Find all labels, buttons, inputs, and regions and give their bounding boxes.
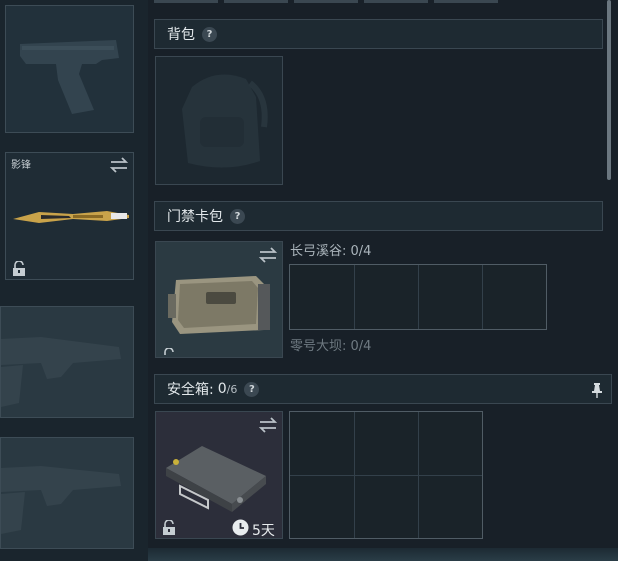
safebox-used: 0 (217, 381, 227, 397)
safebox-case-icon (166, 446, 266, 512)
help-icon[interactable]: ? (202, 26, 217, 42)
swap-icon[interactable] (258, 417, 278, 433)
safebox-capacity: /6 (226, 382, 238, 396)
rifle-silhouette-icon (1, 466, 121, 534)
weapon-name: 影锋 (11, 160, 31, 171)
weapon-slot-secondary[interactable] (0, 437, 134, 549)
safebox-header: 安全箱: 0 /6 ? (154, 374, 612, 404)
lock-open-icon (164, 348, 174, 355)
weapon-slot-primary[interactable] (0, 306, 134, 418)
keycard-map1-label: 长弓溪谷: 0/4 (290, 244, 372, 259)
blade-weapon-icon (13, 211, 129, 223)
keycard-case-title: 门禁卡包 (167, 209, 223, 225)
keycard-case-icon (168, 276, 270, 334)
keycard-case-slot[interactable] (155, 241, 283, 358)
keycard-case-header: 门禁卡包 ? (154, 201, 603, 231)
keycard-map2-label: 零号大坝: 0/4 (290, 339, 372, 354)
weapon-slot-pistol[interactable] (5, 5, 134, 133)
help-icon[interactable]: ? (244, 381, 260, 397)
weapon-slot-melee[interactable]: 影锋 (5, 152, 134, 280)
bottom-edge (148, 548, 618, 561)
backpack-title: 背包 (167, 27, 195, 43)
left-equipment-column: 影锋 (0, 0, 148, 561)
keycard-grid-map1[interactable] (289, 264, 547, 330)
backpack-silhouette-icon (182, 74, 268, 168)
backpack-header: 背包 ? (154, 19, 603, 49)
backpack-slot[interactable] (155, 56, 283, 185)
clock-icon (232, 519, 249, 536)
safebox-slot[interactable]: 5天 (155, 411, 283, 539)
top-slot-strip (154, 0, 498, 3)
swap-icon[interactable] (109, 157, 129, 173)
lock-open-icon (13, 261, 25, 276)
pistol-silhouette-icon (20, 40, 119, 114)
help-icon[interactable]: ? (230, 208, 245, 224)
safebox-grid[interactable] (289, 411, 483, 539)
scrollbar[interactable] (607, 0, 611, 180)
pin-icon[interactable] (591, 382, 603, 398)
safebox-title: 安全箱: (167, 382, 214, 398)
rifle-silhouette-icon (1, 337, 121, 407)
swap-icon[interactable] (258, 247, 278, 263)
safebox-timer: 5天 (252, 523, 275, 539)
lock-open-icon (163, 520, 175, 535)
